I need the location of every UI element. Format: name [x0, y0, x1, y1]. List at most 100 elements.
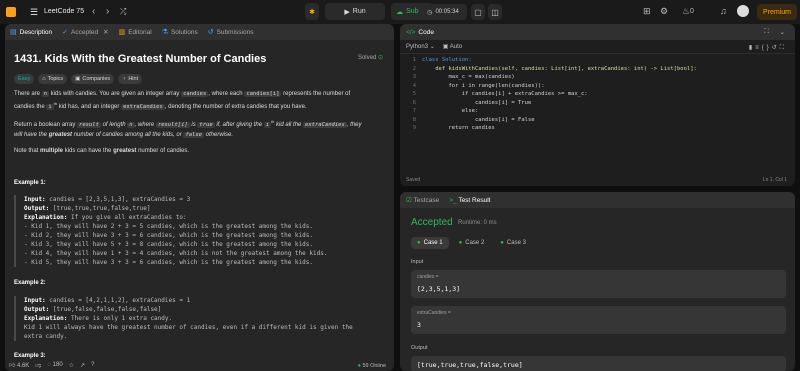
avatar[interactable]	[737, 5, 749, 17]
code-panel: </> Code ⛶ ⌄ Python3 ⌄ ▣ Auto ▮≡{}↺⛶ 1 cl…	[400, 24, 795, 186]
explanation-line: extra candy.	[24, 333, 68, 340]
companies-button[interactable]: ▣ Companies	[71, 74, 115, 84]
input-value: candies = [4,2,1,1,2], extraCandies = 1	[45, 297, 191, 304]
auto-toggle[interactable]: ▣ Auto	[443, 43, 462, 50]
case-tab-3[interactable]: ● Case 3	[494, 237, 532, 249]
test-panel: ☑ Testcase >_ Test Result Accepted Runti…	[400, 192, 795, 371]
run-label: Run	[352, 8, 366, 15]
code-line: 9 return candies	[400, 124, 795, 133]
text: represents the number of	[281, 91, 351, 97]
explanation-line: - Kid 1, they will have 2 + 3 = 5 candie…	[24, 223, 313, 230]
whiteboard-button[interactable]: ◫	[488, 4, 502, 20]
tab-description[interactable]: ▤ Description	[10, 28, 52, 37]
text: kid has, and an integer	[57, 104, 122, 110]
bold-text: greatest	[113, 148, 137, 154]
check-circle-icon: ⊙	[377, 55, 383, 61]
line-number: 8	[412, 116, 416, 123]
tab-solutions[interactable]: ⚗ Solutions	[162, 28, 198, 37]
case-label: Case 3	[506, 240, 526, 246]
comments-button[interactable]: ◌ 180	[47, 362, 62, 368]
explanation-line: - Kid 2, they will have 3 + 3 = 6 candie…	[24, 232, 313, 239]
code-n: n	[127, 122, 135, 128]
code-editor[interactable]: 1 class Solution: 2 def kidsWithCandies(s…	[400, 56, 795, 133]
solved-label: Solved	[357, 55, 377, 61]
text: Note that	[14, 148, 41, 154]
tab-editorial-label: Editorial	[128, 28, 152, 36]
code-icon: </>	[406, 28, 416, 36]
dot-icon: ●	[458, 240, 463, 246]
dislike-button[interactable]: 👎︎	[35, 361, 41, 369]
fire-icon[interactable]: ♨	[682, 6, 690, 17]
fullscreen-icon[interactable]: ⛶	[780, 45, 787, 51]
input-value: candies = [2,3,5,1,3], extraCandies = 3	[45, 196, 191, 203]
description-tabs: ▤ Description ✓ Accepted ✕ ▥ Editorial ⚗ Solu…	[5, 24, 394, 40]
favorite-button[interactable]: ☆	[69, 362, 74, 369]
code-line: 4 for i in range(len(candies)):	[400, 82, 795, 91]
language-select[interactable]: Python3 ⌄	[406, 43, 435, 50]
example-2-title: Example 2:	[14, 280, 46, 286]
topics-button[interactable]: ⌂ Topics	[38, 74, 68, 84]
bell-icon[interactable]: ♫	[720, 6, 727, 16]
case-label: Case 2	[465, 240, 485, 246]
code-text: if candies[i] + extraCandies >= max_c:	[422, 91, 588, 97]
output-value: [true,false,false,false,false]	[49, 306, 162, 313]
close-icon[interactable]: ✕	[103, 28, 108, 36]
prev-problem-icon[interactable]: ‹	[92, 6, 95, 17]
code-title: Code	[418, 28, 434, 36]
braces-icon[interactable]: {}	[762, 45, 772, 51]
tab-editorial[interactable]: ▥ Editorial	[119, 28, 152, 37]
tab-submissions[interactable]: ↺ Submissions	[208, 28, 254, 37]
whiteboard-icon: ◫	[491, 7, 499, 17]
code-i: i	[263, 122, 272, 128]
tab-accepted[interactable]: ✓ Accepted ✕	[62, 28, 108, 37]
timer[interactable]: ◷ 00:05:34	[419, 4, 467, 20]
question-icon: ?	[91, 362, 95, 368]
layout-icon[interactable]: ⊞	[643, 6, 651, 17]
problem-list-title[interactable]: LeetCode 75	[44, 8, 84, 15]
hint-label: Hint	[128, 76, 139, 82]
code-toolbar: Python3 ⌄ ▣ Auto ▮≡{}↺⛶	[400, 40, 795, 54]
case-tab-2[interactable]: ● Case 2	[453, 237, 491, 249]
share-button[interactable]: ↗	[80, 362, 85, 369]
comments-count: 180	[52, 362, 63, 368]
premium-button[interactable]: Premium	[757, 4, 797, 20]
debug-button[interactable]: ✱	[305, 3, 319, 20]
like-button[interactable]: 👍︎ 4.6K	[9, 361, 29, 369]
text: will have the	[14, 132, 49, 138]
tag-icon: ⌂	[42, 76, 46, 82]
problem-list-icon[interactable]: ☰	[30, 7, 40, 17]
share-icon: ↗	[80, 362, 86, 369]
code-line: 6 candies[i] = True	[400, 99, 795, 108]
case-label: Case 1	[423, 240, 443, 246]
chevron-down-icon[interactable]: ⌄	[780, 28, 785, 36]
description-paragraph-3: Note that multiple kids can have the gre…	[14, 146, 384, 156]
solved-status: Solved ⊙	[358, 54, 383, 61]
language-label: Python3	[406, 44, 429, 50]
code-text: else:	[422, 108, 479, 114]
notes-button[interactable]: ▢	[471, 4, 485, 20]
code-text: candies[i] = False	[422, 116, 535, 123]
code-text: candies[i] = True	[422, 99, 532, 106]
online-count: ● 59 Online	[358, 363, 386, 369]
run-button[interactable]: ▶ Run	[325, 3, 385, 20]
reset-icon[interactable]: ↺	[772, 45, 780, 51]
output-value: [true,true,true,false,true]	[49, 205, 151, 212]
maximize-icon[interactable]: ⛶	[764, 28, 769, 36]
var-label: extraCandies =	[417, 310, 451, 316]
shuffle-icon[interactable]: ⤮	[120, 7, 126, 17]
next-problem-icon[interactable]: ›	[106, 6, 109, 17]
case-tab-1[interactable]: ● Case 1	[411, 237, 449, 249]
var-value: 3	[417, 321, 421, 329]
code-text: for i in range(len(candies)):	[422, 82, 545, 89]
online-dot-icon: ●	[357, 363, 361, 369]
leetcode-logo[interactable]	[6, 7, 16, 17]
settings-icon[interactable]: ⚙	[660, 6, 668, 17]
hint-button[interactable]: ♀ Hint	[118, 74, 143, 84]
help-button[interactable]: ?	[91, 362, 94, 368]
tab-testcase-label: Testcase	[413, 197, 440, 204]
tab-testcase[interactable]: ☑ Testcase	[406, 196, 439, 204]
tab-test-result[interactable]: >_ Test Result	[449, 197, 490, 204]
code-text: class Solution:	[422, 57, 472, 63]
topics-label: Topics	[47, 76, 64, 82]
code-false: false	[183, 132, 204, 138]
